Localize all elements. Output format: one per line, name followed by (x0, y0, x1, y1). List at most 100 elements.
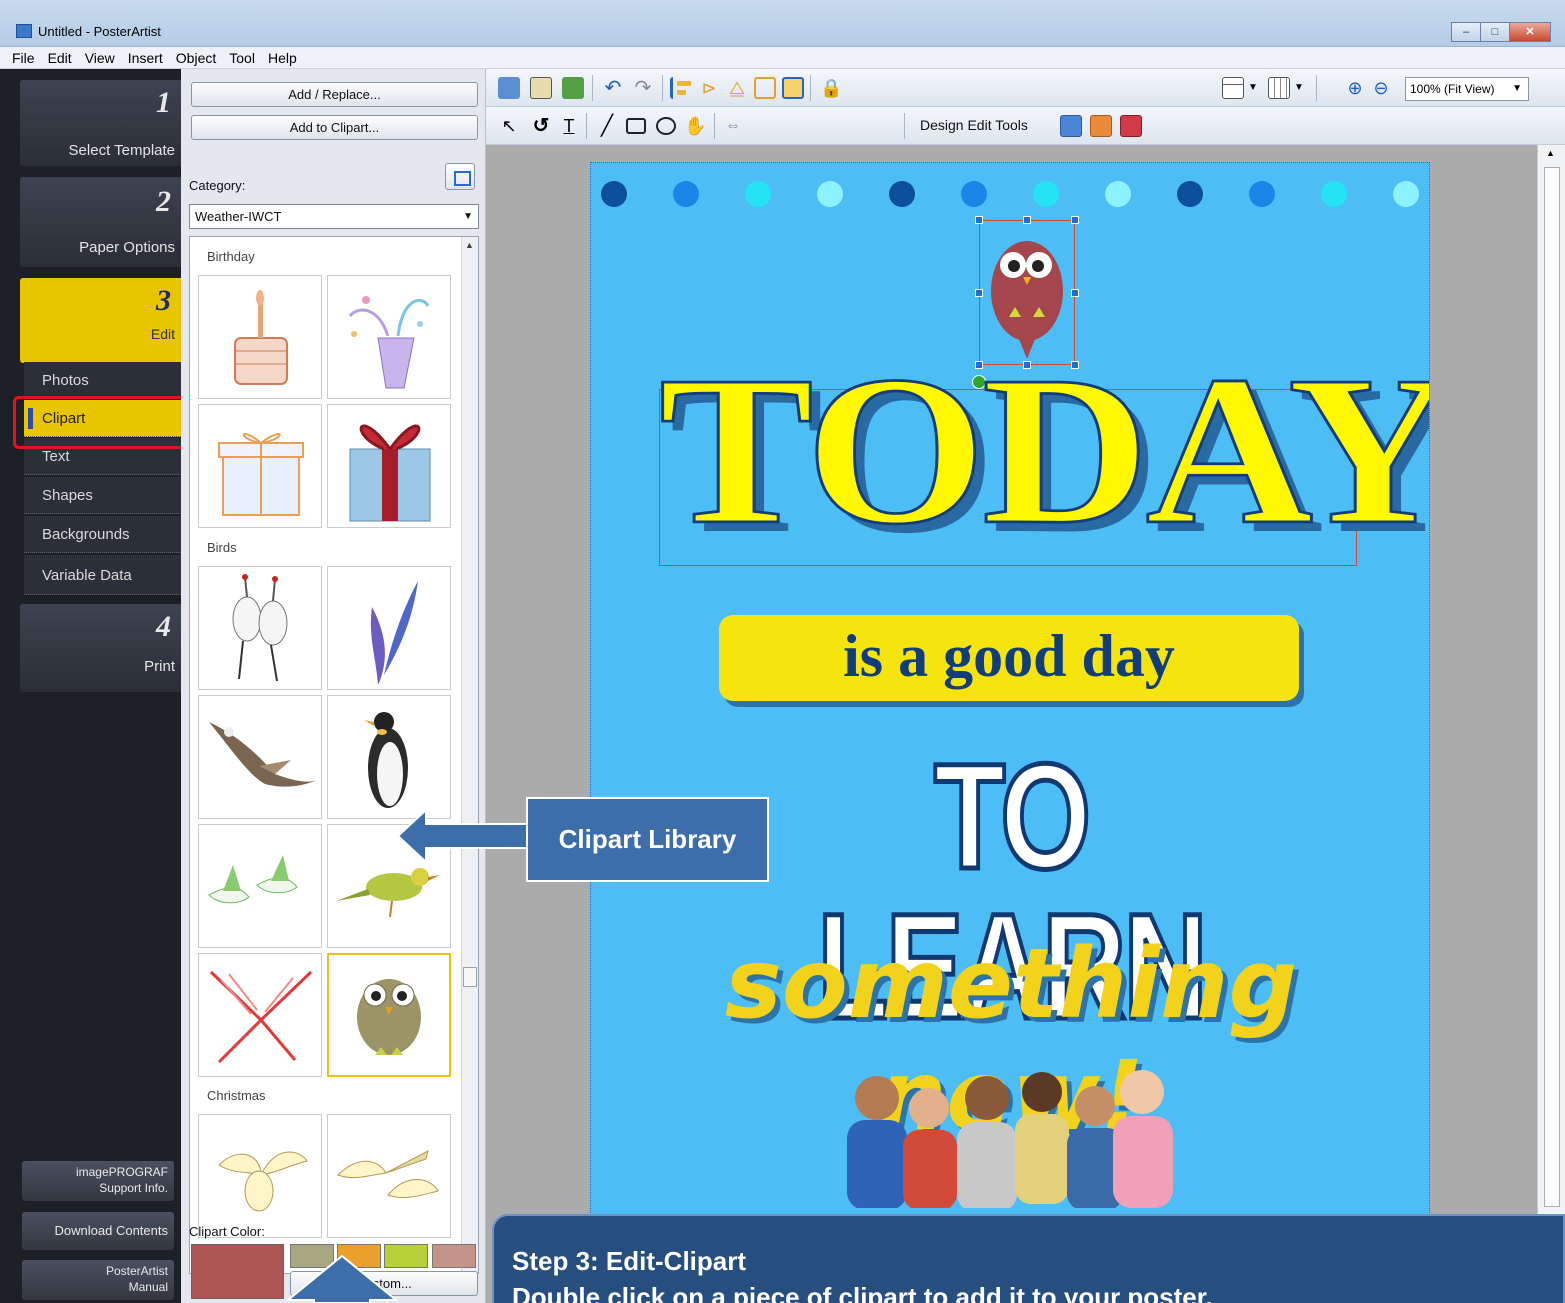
poster[interactable]: TODAY is a good day TO LEARN something n… (590, 162, 1430, 1303)
subitem-variable-data[interactable]: Variable Data (24, 555, 181, 595)
canvas-scrollbar[interactable]: ▲ (1537, 145, 1565, 1303)
eagle-icon (209, 722, 317, 787)
app-window: Untitled - PosterArtist – □ ✕ File Edit … (0, 0, 1565, 1303)
ellipse-tool-icon[interactable] (656, 117, 676, 135)
resize-handle[interactable] (975, 216, 983, 224)
resize-handle[interactable] (1071, 216, 1079, 224)
poster-headline[interactable]: TODAY (658, 342, 1430, 558)
selected-color-swatch[interactable] (191, 1244, 284, 1299)
menu-insert[interactable]: Insert (122, 47, 170, 68)
close-button[interactable]: ✕ (1509, 22, 1551, 42)
zoom-out-icon[interactable]: ⊖ (1370, 77, 1392, 99)
design-tool-2-icon[interactable] (1090, 115, 1112, 137)
hand-tool-icon[interactable]: ✋ (684, 115, 706, 137)
layout-icon[interactable] (1222, 77, 1244, 99)
scroll-thumb[interactable] (463, 967, 477, 987)
clipart-penguin[interactable] (327, 695, 451, 819)
subitem-label: Variable Data (42, 567, 132, 584)
kids-photo[interactable] (837, 1058, 1187, 1208)
section-heading: Birds (207, 540, 237, 555)
clipart-feathers[interactable] (327, 566, 451, 690)
add-to-clipart-button[interactable]: Add to Clipart... (191, 115, 478, 140)
resize-handle[interactable] (975, 289, 983, 297)
clipart-eagle[interactable] (198, 695, 322, 819)
step-paper-options[interactable]: 2 Paper Options (20, 177, 181, 267)
select-arrow-icon[interactable]: ↖ (498, 115, 520, 137)
scroll-thumb[interactable] (1544, 167, 1560, 1207)
menu-help[interactable]: Help (262, 47, 304, 68)
line-tool-icon[interactable]: ╱ (596, 115, 618, 137)
bring-front-icon[interactable] (754, 77, 776, 99)
download-contents-button[interactable]: Download Contents (22, 1212, 174, 1250)
flip-icon[interactable]: ⧋ (726, 77, 748, 99)
view-grid-icon[interactable] (445, 163, 475, 190)
rectangle-tool-icon[interactable] (626, 118, 646, 134)
clipart-red-bird[interactable] (198, 953, 322, 1077)
drawing-toolbar: ↖ ↺ T ╱ ✋ ⇔ Design Edit Tools (486, 107, 1565, 145)
text-tool-icon[interactable]: T (558, 115, 580, 137)
toolbar-separator (1316, 75, 1317, 101)
clipart-cranes[interactable] (198, 566, 322, 690)
resize-handle[interactable] (1071, 289, 1079, 297)
flying-geese-icon (208, 855, 298, 904)
clipart-geese[interactable] (198, 824, 322, 948)
design-tool-1-icon[interactable] (1060, 115, 1082, 137)
party-popper-icon (348, 296, 430, 389)
lock-icon[interactable]: 🔒 (820, 77, 842, 99)
maximize-button[interactable]: □ (1480, 22, 1510, 42)
resize-handle[interactable] (1023, 216, 1031, 224)
image-icon[interactable] (562, 77, 584, 99)
clipart-cake[interactable] (198, 275, 322, 399)
subitem-backgrounds[interactable]: Backgrounds (24, 516, 181, 553)
undo-icon[interactable]: ↶ (602, 77, 624, 99)
clipart-owl[interactable] (327, 953, 451, 1077)
step-print[interactable]: 4 Print (20, 604, 181, 692)
document-icon[interactable] (530, 77, 552, 99)
menu-file[interactable]: File (6, 47, 42, 68)
window-title: Untitled - PosterArtist (38, 24, 161, 39)
design-tool-3-icon[interactable] (1120, 115, 1142, 137)
subitem-label: Shapes (42, 487, 93, 504)
design-edit-tools-label: Design Edit Tools (920, 117, 1028, 133)
add-replace-button[interactable]: Add / Replace... (191, 82, 478, 107)
clipart-angel[interactable] (198, 1114, 322, 1238)
align-center-icon[interactable]: ⊳ (698, 77, 720, 99)
swap-icon[interactable]: ⇔ (722, 115, 744, 137)
clipart-party-popper[interactable] (327, 275, 451, 399)
menu-object[interactable]: Object (170, 47, 223, 68)
send-back-icon[interactable] (782, 77, 804, 99)
subitem-shapes[interactable]: Shapes (24, 477, 181, 514)
library-scrollbar[interactable]: ▲ ▼ (461, 237, 478, 1273)
clipart-gift-box[interactable] (327, 404, 451, 528)
manual-button[interactable]: PosterArtist Manual (22, 1260, 174, 1300)
zoom-in-icon[interactable]: ⊕ (1344, 77, 1366, 99)
support-info-button[interactable]: imagePROGRAF Support Info. (22, 1161, 174, 1201)
subitem-photos[interactable]: Photos (24, 362, 181, 399)
rotate-icon[interactable]: ↺ (530, 115, 552, 137)
poster-subtitle[interactable]: is a good day (719, 615, 1299, 701)
chevron-down-icon[interactable]: ▼ (1294, 77, 1316, 99)
redo-icon[interactable]: ↷ (632, 77, 654, 99)
color-swatch[interactable] (432, 1244, 476, 1268)
decorative-dot (889, 181, 915, 207)
clipart-angels-trumpet[interactable] (327, 1114, 451, 1238)
step-edit[interactable]: 3 Edit (20, 278, 181, 363)
minimize-button[interactable]: – (1451, 22, 1481, 42)
align-left-icon[interactable] (670, 77, 692, 99)
chevron-down-icon[interactable]: ▼ (1248, 77, 1270, 99)
menu-view[interactable]: View (79, 47, 122, 68)
grid-icon[interactable] (1268, 77, 1290, 99)
zoom-select[interactable]: 100% (Fit View) ▼ (1405, 77, 1529, 101)
scroll-up-icon[interactable]: ▲ (465, 240, 474, 250)
category-select[interactable]: Weather-IWCT ▼ (189, 204, 479, 229)
menu-edit[interactable]: Edit (42, 47, 79, 68)
clipart-gift-outline[interactable] (198, 404, 322, 528)
menu-tool[interactable]: Tool (223, 47, 262, 68)
callout-up-arrow-icon (286, 1254, 398, 1303)
step-select-template[interactable]: 1 Select Template (20, 80, 181, 166)
edit-poster-icon[interactable] (498, 77, 520, 99)
penguin-icon (364, 712, 408, 808)
step-label: Select Template (68, 142, 175, 159)
scroll-up-icon[interactable]: ▲ (1546, 148, 1555, 158)
step-number: 1 (156, 86, 171, 119)
